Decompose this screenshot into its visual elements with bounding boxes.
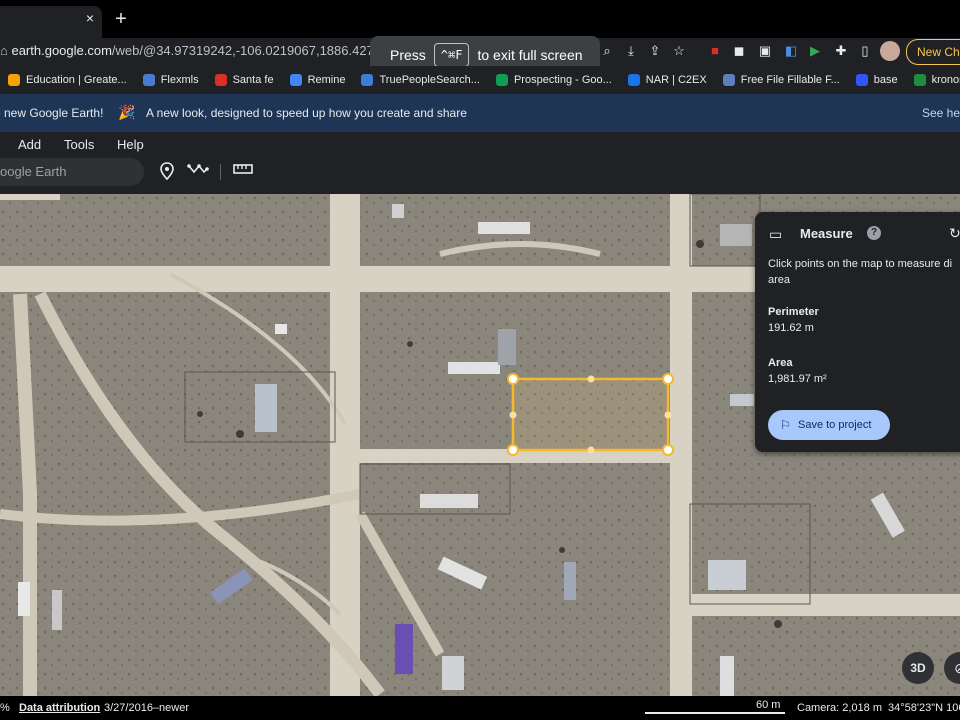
- toast-press: Press: [390, 47, 426, 63]
- perimeter-value: 191.62 m: [768, 322, 814, 334]
- app-menu-bar: [0, 132, 960, 194]
- bookmark-favicon-icon: [214, 74, 227, 86]
- bookmark-item[interactable]: Flexmls: [135, 74, 207, 86]
- measure-title: Measure: [800, 226, 853, 241]
- measure-instruction: Click points on the map to measure di ar…: [768, 258, 953, 286]
- announcement-left-text: e new Google Earth!: [0, 106, 104, 120]
- placemark-icon[interactable]: [156, 162, 178, 182]
- extension-icon[interactable]: ◧: [782, 42, 800, 60]
- imagery-date: 3/27/2016–newer: [104, 702, 190, 714]
- percent-readout: %: [0, 702, 10, 714]
- bookmark-label: Education | Greate...: [26, 74, 127, 86]
- close-tab-icon[interactable]: ×: [82, 10, 98, 28]
- menu-tools[interactable]: Tools: [64, 137, 94, 152]
- menu-add[interactable]: Add: [18, 137, 41, 152]
- new-tab-icon[interactable]: +: [112, 8, 130, 30]
- bookmark-label: Flexmls: [160, 74, 199, 86]
- puzzle-icon[interactable]: ✚: [832, 42, 850, 60]
- bookmarks-bar: Education | Greate... Flexmls Santa fe Remi…: [0, 66, 960, 94]
- area-label: Area: [768, 357, 793, 369]
- area-value: 1,981.97 m²: [768, 373, 827, 385]
- coordinates-readout: 34°58'23"N 106: [888, 702, 960, 714]
- data-attribution-link[interactable]: Data attribution: [19, 702, 100, 714]
- ruler-icon[interactable]: [232, 162, 254, 182]
- reset-icon[interactable]: ↻: [949, 225, 960, 242]
- bookmark-item[interactable]: base: [848, 74, 906, 86]
- save-to-project-button[interactable]: ⚐ Save to project: [768, 410, 890, 440]
- bookmark-label: NAR | C2EX: [645, 74, 707, 86]
- lock-icon: ⌂: [0, 43, 12, 58]
- search-input[interactable]: oogle Earth: [0, 158, 144, 186]
- extension-icon[interactable]: ▣: [756, 42, 774, 60]
- bookmark-favicon-icon: [142, 74, 155, 86]
- download-icon[interactable]: ⤓: [622, 42, 640, 60]
- extension-icon[interactable]: ▶: [806, 42, 824, 60]
- toast-shortcut: ^⌘F: [433, 43, 470, 67]
- bookmark-label: Free File Fillable F...: [740, 74, 840, 86]
- bookmark-favicon-icon: [289, 74, 302, 86]
- scale-label: 60 m: [756, 699, 781, 711]
- bookmark-item[interactable]: NAR | C2EX: [620, 74, 715, 86]
- extension-icon[interactable]: ■: [706, 42, 724, 60]
- save-to-project-label: Save to project: [798, 419, 872, 431]
- tab-strip: [0, 0, 960, 38]
- search-icon[interactable]: ⌕: [598, 42, 616, 60]
- bookmark-favicon-icon: [722, 74, 735, 86]
- help-icon[interactable]: ?: [867, 226, 881, 240]
- bookmark-favicon-icon: [361, 74, 374, 86]
- avatar[interactable]: [880, 41, 900, 61]
- bookmark-label: TruePeopleSearch...: [379, 74, 480, 86]
- sidepanel-icon[interactable]: ▯: [856, 42, 874, 60]
- party-icon: 🎉: [118, 104, 136, 120]
- path-icon[interactable]: [187, 162, 209, 182]
- bookmark-label: Remine: [307, 74, 346, 86]
- bookmark-favicon-icon: [627, 74, 640, 86]
- bookmark-favicon-icon: [8, 74, 20, 86]
- bookmark-label: base: [873, 74, 898, 86]
- camera-altitude: Camera: 2,018 m: [797, 702, 882, 714]
- extension-icon[interactable]: ◼: [730, 42, 748, 60]
- bookmark-item[interactable]: Education | Greate...: [0, 74, 135, 86]
- bookmark-item[interactable]: Remine: [282, 74, 354, 86]
- url-host: earth.google.com: [11, 43, 112, 58]
- share-icon[interactable]: ⇪: [646, 42, 664, 60]
- new-chrome-button[interactable]: New Chro: [906, 39, 960, 65]
- 3d-toggle-button[interactable]: 3D: [902, 652, 934, 684]
- toolbar-divider: [220, 164, 221, 180]
- bookmark-star-icon[interactable]: ☆: [670, 42, 688, 60]
- measure-panel: ▭ Measure ? ↻ Click points on the map to…: [755, 212, 960, 452]
- announcement-text: A new look, designed to speed up how you…: [146, 106, 467, 120]
- toast-exit-text: to exit full screen: [477, 47, 583, 63]
- bookmark-item[interactable]: Prospecting - Goo...: [488, 74, 620, 86]
- measure-polygon[interactable]: [507, 373, 674, 456]
- bookmark-label: kronos: [931, 74, 960, 86]
- perimeter-label: Perimeter: [768, 306, 819, 318]
- announcement-banner: e new Google Earth! 🎉 A new look, design…: [0, 94, 960, 132]
- bookmark-icon: ⚐: [780, 418, 791, 432]
- bookmark-favicon-icon: [495, 74, 508, 86]
- url-path: /web/@34.97319242,-106.0219067,1886.4278…: [111, 43, 410, 58]
- ruler-icon: ▭: [769, 226, 783, 242]
- bookmark-favicon-icon: [913, 74, 926, 86]
- menu-help[interactable]: Help: [117, 137, 144, 152]
- bookmark-favicon-icon: [855, 74, 868, 86]
- bookmark-item[interactable]: kronos: [906, 74, 960, 86]
- bookmark-label: Prospecting - Goo...: [513, 74, 612, 86]
- bookmark-label: Santa fe: [232, 74, 274, 86]
- bookmark-item[interactable]: Free File Fillable F...: [715, 74, 848, 86]
- see-help-link[interactable]: See hel: [922, 106, 960, 120]
- bookmark-item[interactable]: Santa fe: [207, 74, 282, 86]
- scale-bar: [645, 712, 785, 714]
- bookmark-item[interactable]: TruePeopleSearch...: [353, 74, 487, 86]
- status-bar: % Data attribution 3/27/2016–newer 60 m …: [0, 696, 960, 720]
